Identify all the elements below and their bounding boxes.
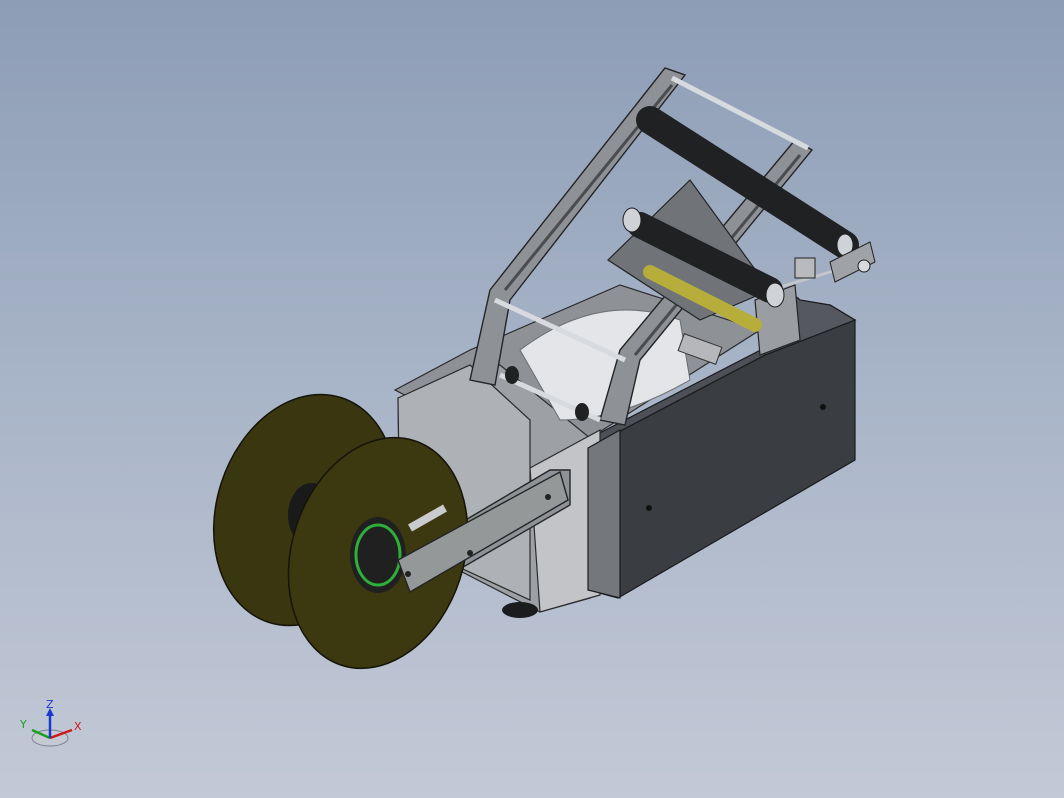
housing-screw — [646, 505, 652, 511]
coordinate-triad: X Y Z — [19, 700, 82, 747]
housing-screw — [820, 404, 826, 410]
roller-end-cap — [765, 282, 785, 308]
arm-screw — [545, 494, 551, 500]
adjuster-knob[interactable] — [857, 259, 871, 273]
z-axis-label: Z — [46, 700, 54, 711]
arm-screw — [405, 571, 411, 577]
adjuster-block — [794, 257, 816, 279]
roller-end-cap — [575, 403, 589, 421]
roller-end-cap — [622, 207, 642, 233]
reel-hub-front — [350, 517, 406, 593]
housing-side-plate — [587, 428, 621, 599]
roller-end-cap — [505, 366, 519, 384]
x-axis-label: X — [74, 720, 82, 733]
labeling-machine-model[interactable] — [0, 0, 1064, 798]
cad-viewport[interactable]: X Y Z — [0, 0, 1064, 798]
y-axis-label: Y — [19, 718, 27, 731]
arm-screw — [467, 550, 473, 556]
machine-foot — [502, 602, 538, 618]
